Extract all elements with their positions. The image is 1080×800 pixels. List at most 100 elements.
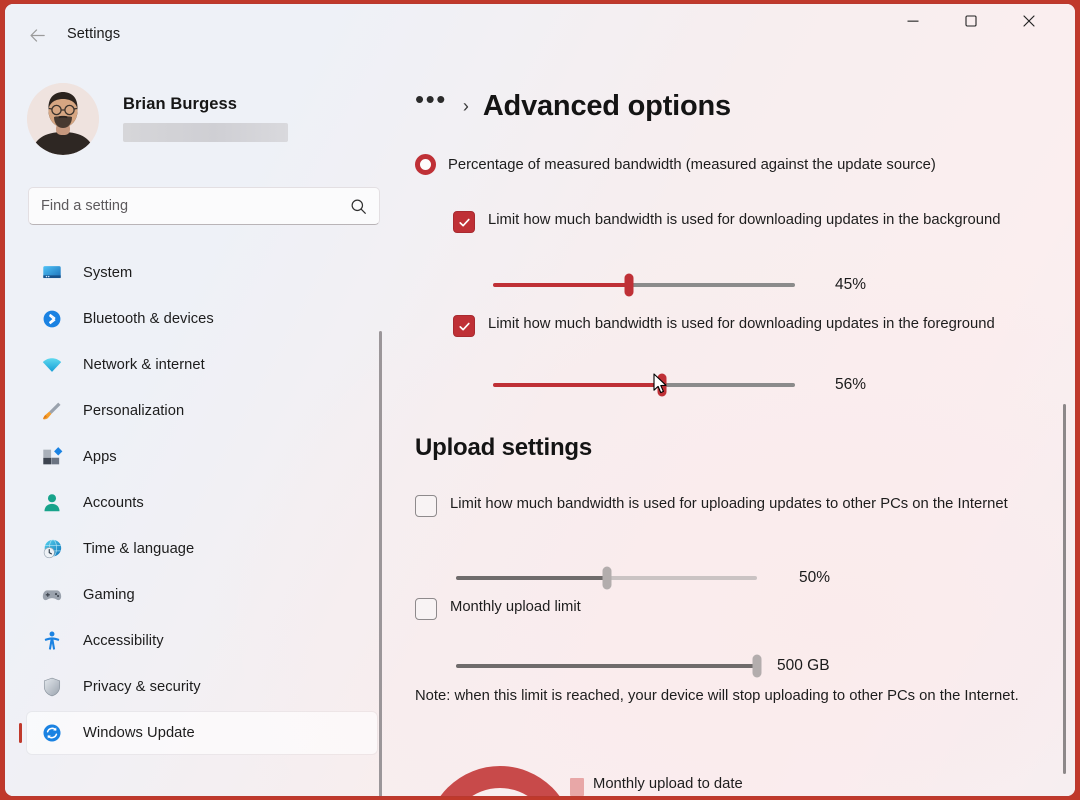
page-title: Advanced options: [482, 89, 731, 122]
profile-text: Brian Burgess: [123, 83, 288, 142]
checkbox-checked-icon[interactable]: [453, 315, 475, 337]
app-title: Settings: [67, 26, 121, 42]
slider-rest: [662, 383, 795, 387]
sidebar-item-label: Accessibility: [83, 633, 164, 649]
slider-rest: [606, 576, 757, 580]
slider-foreground-bandwidth[interactable]: 56%: [493, 373, 867, 397]
checkbox-row-foreground-limit[interactable]: Limit how much bandwidth is used for dow…: [453, 314, 1013, 337]
apps-icon: [40, 445, 64, 469]
slider-track[interactable]: [456, 566, 757, 590]
checkbox-unchecked-icon[interactable]: [415, 598, 437, 620]
sidebar-item-label: Time & language: [83, 541, 195, 557]
minimize-button[interactable]: [890, 4, 936, 37]
sidebar-item-accessibility[interactable]: Accessibility: [27, 620, 377, 662]
title-bar: Settings: [5, 4, 1075, 66]
slider-value: 56%: [835, 376, 867, 393]
main-scrollbar[interactable]: [1063, 404, 1066, 774]
slider-value: 50%: [799, 569, 831, 586]
slider-upload-bandwidth[interactable]: 50%: [456, 566, 831, 590]
accessibility-icon: [40, 629, 64, 653]
search-field-wrapper[interactable]: [28, 187, 380, 225]
donut-chart: [426, 766, 574, 796]
radio-button-selected[interactable]: [415, 154, 436, 175]
checkbox-label: Limit how much bandwidth is used for upl…: [450, 496, 1008, 512]
sidebar-item-accounts[interactable]: Accounts: [27, 482, 377, 524]
checkbox-label: Limit how much bandwidth is used for dow…: [488, 212, 1001, 228]
sidebar-scrollbar[interactable]: [379, 331, 382, 796]
sidebar-item-label: Accounts: [83, 495, 144, 511]
sidebar-item-system[interactable]: System: [27, 252, 377, 294]
sidebar-item-personalization[interactable]: Personalization: [27, 390, 377, 432]
sidebar-item-windows-update[interactable]: Windows Update: [19, 712, 377, 754]
update-sync-icon: [40, 721, 64, 745]
sidebar-item-label: Windows Update: [83, 725, 195, 741]
section-heading-upload-settings: Upload settings: [415, 434, 593, 461]
shield-icon: [40, 675, 64, 699]
sidebar-item-label: Gaming: [83, 587, 135, 603]
sidebar-item-privacy-security[interactable]: Privacy & security: [27, 666, 377, 708]
slider-value: 500 GB: [777, 657, 830, 674]
slider-fill: [456, 664, 757, 668]
sidebar-item-apps[interactable]: Apps: [27, 436, 377, 478]
slider-thumb[interactable]: [602, 566, 611, 590]
main-content: ••• › Advanced options Percentage of mea…: [393, 66, 1075, 796]
gamepad-icon: [40, 583, 64, 607]
slider-rest: [628, 283, 795, 287]
monitor-icon: [40, 261, 64, 285]
slider-value: 45%: [835, 276, 867, 293]
breadcrumb-overflow-button[interactable]: •••: [415, 86, 447, 120]
sidebar-item-label: System: [83, 265, 133, 281]
maximize-icon: [965, 14, 977, 27]
slider-track[interactable]: [456, 654, 762, 678]
close-icon: [1023, 14, 1035, 27]
slider-track[interactable]: [493, 273, 795, 297]
sidebar-item-label: Privacy & security: [83, 679, 201, 695]
search-icon: [351, 199, 366, 214]
profile-name: Brian Burgess: [123, 95, 238, 113]
close-button[interactable]: [1006, 4, 1052, 37]
checkbox-row-monthly-upload-limit[interactable]: Monthly upload limit: [415, 597, 1015, 620]
sidebar-item-bluetooth-devices[interactable]: Bluetooth & devices: [27, 298, 377, 340]
sidebar-item-label: Network & internet: [83, 357, 205, 373]
sidebar: Brian Burgess Find a setting System Blue…: [5, 66, 393, 796]
sidebar-item-gaming[interactable]: Gaming: [27, 574, 377, 616]
avatar: [27, 83, 99, 155]
checkbox-row-background-limit[interactable]: Limit how much bandwidth is used for dow…: [453, 210, 1013, 233]
checkbox-label: Monthly upload limit: [450, 599, 581, 615]
checkbox-unchecked-icon[interactable]: [415, 495, 437, 517]
person-icon: [40, 491, 64, 515]
minimize-icon: [907, 20, 919, 22]
radio-percentage-measured-bandwidth[interactable]: Percentage of measured bandwidth (measur…: [415, 154, 936, 175]
checkbox-checked-icon[interactable]: [453, 211, 475, 233]
slider-thumb[interactable]: [752, 654, 762, 678]
radio-label: Percentage of measured bandwidth (measur…: [448, 156, 936, 173]
settings-window: Settings Brian Burgess Find a setting Sy…: [4, 3, 1076, 797]
search-box[interactable]: [28, 187, 380, 225]
sidebar-item-label: Apps: [83, 449, 117, 465]
avatar-photo-icon: [27, 83, 99, 155]
checkmark-icon: [458, 322, 470, 330]
slider-fill: [456, 576, 607, 580]
slider-track[interactable]: [493, 373, 795, 397]
checkbox-row-upload-bandwidth-limit[interactable]: Limit how much bandwidth is used for upl…: [415, 494, 1015, 517]
sidebar-item-label: Personalization: [83, 403, 185, 419]
user-profile[interactable]: Brian Burgess: [27, 83, 288, 155]
upload-limit-note: Note: when this limit is reached, your d…: [415, 688, 1019, 704]
sidebar-item-network-internet[interactable]: Network & internet: [27, 344, 377, 386]
sidebar-nav: System Bluetooth & devices Network & int…: [5, 248, 393, 796]
checkmark-icon: [458, 218, 470, 226]
slider-thumb[interactable]: [657, 373, 667, 397]
search-input[interactable]: [41, 198, 350, 214]
sidebar-item-time-language[interactable]: Time & language: [27, 528, 377, 570]
breadcrumb: ••• › Advanced options: [415, 84, 731, 128]
slider-thumb[interactable]: [624, 273, 634, 297]
paintbrush-icon: [40, 399, 64, 423]
wifi-icon: [40, 353, 64, 377]
legend-swatch: [570, 778, 584, 796]
back-button[interactable]: [17, 18, 57, 52]
legend-label: Monthly upload to date: [593, 776, 743, 792]
slider-background-bandwidth[interactable]: 45%: [493, 273, 867, 297]
maximize-button[interactable]: [948, 4, 994, 37]
slider-monthly-upload-limit[interactable]: 500 GB: [456, 654, 830, 678]
usage-chart: Monthly upload to date: [393, 766, 1075, 796]
